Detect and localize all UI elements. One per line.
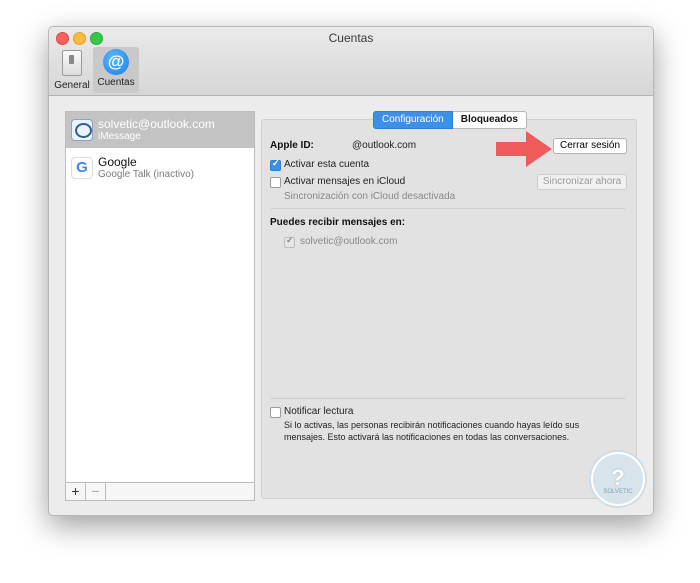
add-account-button[interactable]: + [66,483,86,500]
divider [271,208,625,209]
accounts-sidebar: solvetic@outlook.com iMessage G Google G… [65,111,255,501]
account-service: iMessage [98,131,141,142]
window-title: Cuentas [328,31,374,45]
account-name: solvetic@outlook.com [98,117,215,131]
sign-out-button[interactable]: Cerrar sesión [553,138,627,154]
settings-tabs: Configuración Bloqueados [373,111,527,129]
toolbar-general-label: General [54,80,90,91]
activate-account-label: Activar esta cuenta [284,159,370,170]
activate-account-checkbox[interactable] [270,158,281,171]
watermark-symbol: ? [611,465,625,490]
toolbar-cuentas-button[interactable]: @ Cuentas [93,47,139,93]
icloud-messages-label: Activar mensajes en iCloud [284,176,406,187]
apple-id-value: @outlook.com [352,140,417,151]
icloud-messages-checkbox[interactable] [270,177,281,188]
read-receipts-checkbox[interactable] [270,407,281,418]
imessage-icon [71,119,93,141]
tab-bloqueados[interactable]: Bloqueados [452,111,527,129]
title-bar: Cuentas General @ Cuentas [49,27,653,96]
google-icon: G [71,157,93,179]
account-service: Google Talk (inactivo) [98,169,194,180]
watermark-brand: SOLVETIC [603,489,633,495]
receive-messages-label: Puedes recibir mensajes en: [270,217,406,228]
read-receipts-label: Notificar lectura [284,406,354,417]
read-receipts-description: Si lo activas, las personas recibirán no… [284,420,580,430]
switch-icon [62,50,82,76]
toolbar-cuentas-label: Cuentas [97,77,135,88]
receive-address: solvetic@outlook.com [300,236,398,247]
tab-configuracion[interactable]: Configuración [373,111,453,129]
account-item-google[interactable]: G Google Google Talk (inactivo) [66,150,254,186]
remove-account-button[interactable]: − [86,483,106,500]
apple-id-label: Apple ID: [270,140,314,151]
at-sign-icon: @ [103,49,129,75]
accounts-window: Cuentas General @ Cuentas solvetic@outlo… [48,26,654,516]
watermark-logo: ? SOLVETIC [591,452,645,506]
sidebar-footer: + − [66,482,254,500]
account-name: Google [98,155,137,169]
divider [271,398,625,399]
receive-address-checkbox [284,235,295,248]
arrow-right-icon [496,131,552,167]
toolbar-general-button[interactable]: General [53,47,91,93]
account-item-imessage[interactable]: solvetic@outlook.com iMessage [66,112,254,148]
icloud-sync-status: Sincronización con iCloud desactivada [284,191,456,202]
sync-now-button[interactable]: Sincronizar ahora [537,174,627,190]
read-receipts-description: mensajes. Esto activará las notificacion… [284,432,570,442]
